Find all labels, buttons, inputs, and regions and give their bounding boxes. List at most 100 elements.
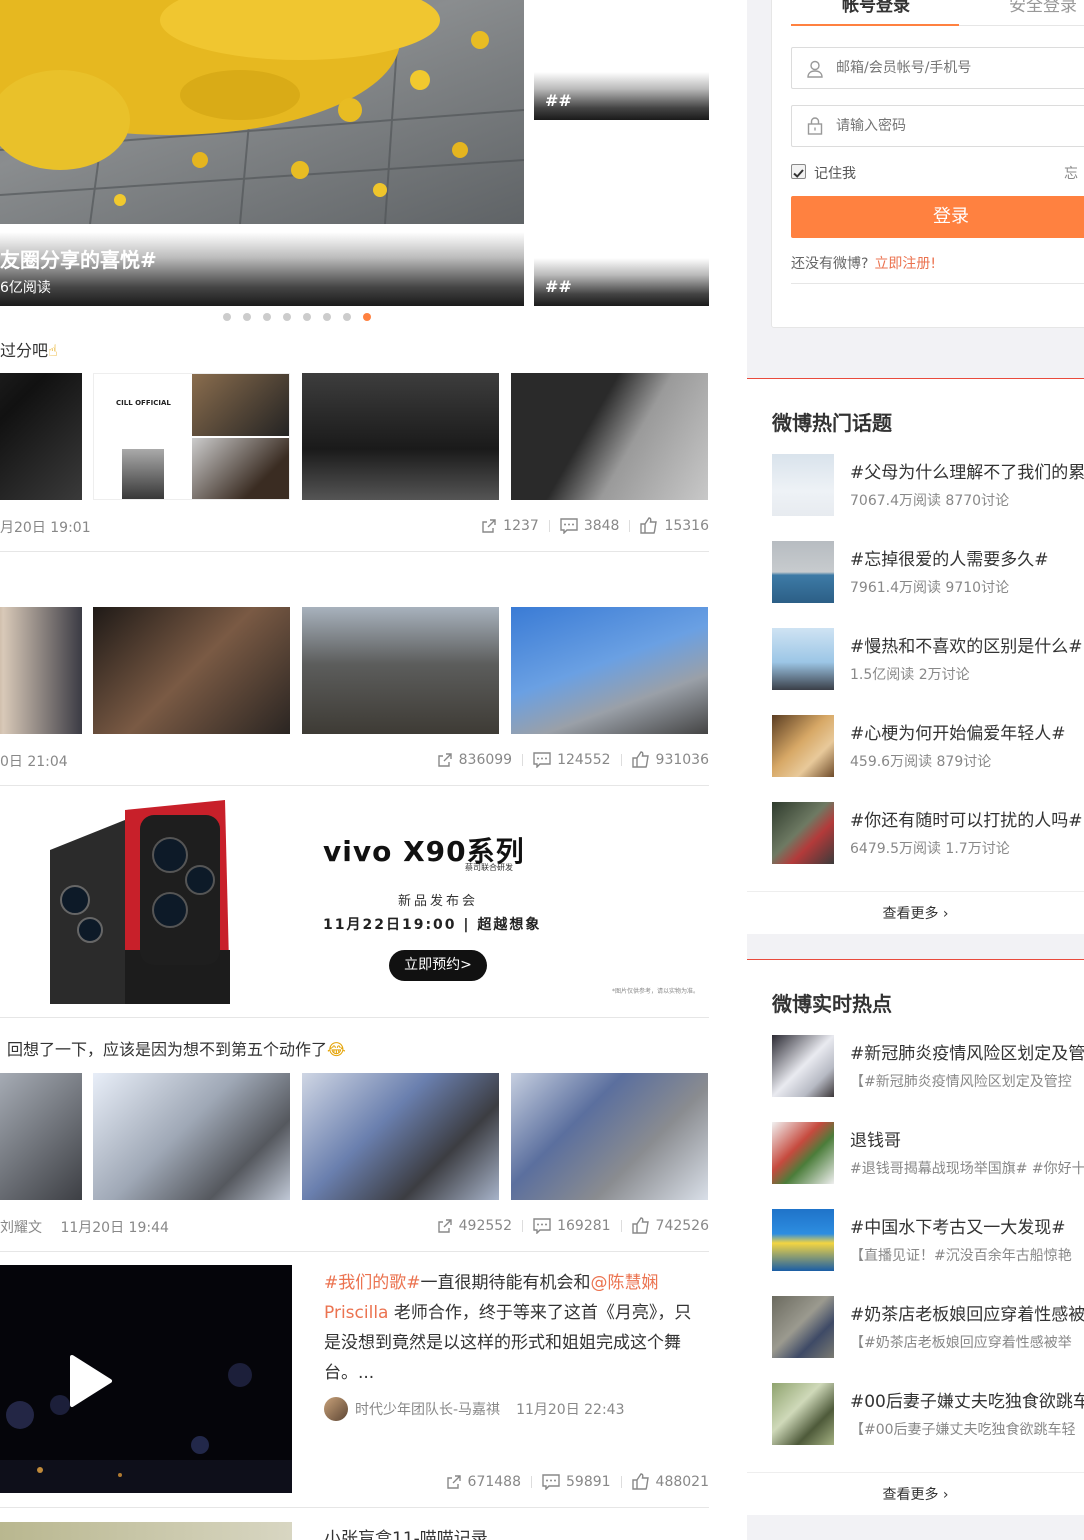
like-count[interactable]: 931036	[656, 752, 709, 768]
post-1-image-2[interactable]: CILL OFFICIAL	[93, 373, 290, 500]
password-field[interactable]	[791, 105, 1084, 147]
carousel-dot[interactable]	[323, 313, 331, 321]
topic-item[interactable]: #你还有随时可以打扰的人吗# 6479.5万阅读 1.7万讨论	[772, 802, 1084, 866]
like-count[interactable]: 742526	[656, 1218, 709, 1234]
login-button[interactable]: 登录	[791, 196, 1084, 238]
like-icon[interactable]	[631, 1473, 650, 1490]
comment-count[interactable]: 59891	[566, 1474, 611, 1490]
video-post-text[interactable]: #我们的歌#一直很期待能有机会和@陈慧娴 Priscilla 老师合作，终于等来…	[324, 1268, 714, 1388]
post-2-image-4[interactable]	[511, 607, 708, 734]
repost-icon[interactable]	[481, 518, 497, 534]
remember-checkbox[interactable]	[791, 164, 806, 179]
banner-main-image[interactable]	[0, 0, 524, 224]
hot-item[interactable]: 退钱哥 #退钱哥揭幕战现场举国旗# #你好十	[772, 1122, 1084, 1186]
like-count[interactable]: 15316	[664, 518, 709, 534]
topic-title[interactable]: #你还有随时可以打扰的人吗#	[850, 806, 1083, 831]
tab-secure-login[interactable]: 安全登录	[1009, 0, 1077, 16]
register-line: 还没有微博? 立即注册!	[791, 253, 936, 273]
hot-title[interactable]: #新冠肺炎疫情风险区划定及管	[850, 1039, 1084, 1064]
post-1-image-3[interactable]	[302, 373, 499, 500]
topic-item[interactable]: #父母为什么理解不了我们的累 7067.4万阅读 8770讨论	[772, 454, 1084, 518]
mention-link[interactable]: Priscilla	[324, 1303, 388, 1323]
play-icon[interactable]	[66, 1353, 114, 1409]
carousel-dot[interactable]	[223, 313, 231, 321]
topic-title[interactable]: #心梗为何开始偏爱年轻人#	[850, 719, 1066, 744]
topic-title[interactable]: #父母为什么理解不了我们的累	[850, 458, 1084, 483]
repost-icon[interactable]	[437, 1218, 453, 1234]
like-icon[interactable]	[631, 1217, 650, 1234]
comment-icon[interactable]	[560, 517, 578, 534]
topic-item[interactable]: #忘掉很爱的人需要多久# 7961.4万阅读 9710讨论	[772, 541, 1084, 605]
hot-item[interactable]: #新冠肺炎疫情风险区划定及管 【#新冠肺炎疫情风险区划定及管控	[772, 1035, 1084, 1099]
comment-icon[interactable]	[542, 1473, 560, 1490]
topic-item[interactable]: #心梗为何开始偏爱年轻人# 459.6万阅读 879讨论	[772, 715, 1084, 779]
topic-title[interactable]: #忘掉很爱的人需要多久#	[850, 545, 1049, 570]
repost-count[interactable]: 492552	[459, 1218, 512, 1234]
post-3-image-4[interactable]	[511, 1073, 708, 1200]
repost-count[interactable]: 836099	[459, 752, 512, 768]
hot-title[interactable]: #奶茶店老板娘回应穿着性感被	[850, 1300, 1084, 1325]
post-2-image-2[interactable]	[93, 607, 290, 734]
post-1-image-4[interactable]	[511, 373, 708, 500]
realtime-more-link[interactable]: 查看更多 ›	[747, 1472, 1084, 1516]
comment-icon[interactable]	[533, 751, 551, 768]
video-thumbnail[interactable]	[0, 1265, 292, 1493]
hot-item[interactable]: #奶茶店老板娘回应穿着性感被 【#奶茶店老板娘回应穿着性感被举	[772, 1296, 1084, 1360]
carousel-dot[interactable]	[303, 313, 311, 321]
comment-count[interactable]: 169281	[557, 1218, 610, 1234]
like-count[interactable]: 488021	[656, 1474, 709, 1490]
topic-title[interactable]: #慢热和不喜欢的区别是什么#	[850, 632, 1083, 657]
hot-item[interactable]: #中国水下考古又一大发现# 【直播见证！#沉没百余年古船惊艳	[772, 1209, 1084, 1273]
like-icon[interactable]	[631, 751, 650, 768]
post-time[interactable]: 11月20日 22:43	[516, 1399, 624, 1419]
carousel-dot-active[interactable]	[363, 313, 371, 321]
hot-topics-more-link[interactable]: 查看更多 ›	[747, 891, 1084, 935]
next-post-title[interactable]: 小张盲盒11-喵喵记录	[324, 1524, 488, 1540]
post-3-image-2[interactable]	[93, 1073, 290, 1200]
repost-icon[interactable]	[437, 752, 453, 768]
forgot-link[interactable]: 忘	[1064, 163, 1078, 183]
post-2-image-1[interactable]	[0, 607, 82, 734]
password-input[interactable]	[836, 115, 1084, 137]
tab-account-login[interactable]: 帐号登录	[842, 0, 910, 16]
repost-count[interactable]: 1237	[503, 518, 539, 534]
hot-title[interactable]: #00后妻子嫌丈夫吃独食欲跳车	[850, 1387, 1084, 1412]
post-1-time[interactable]: 月20日 19:01	[0, 517, 91, 537]
like-icon[interactable]	[640, 517, 658, 534]
carousel-dot[interactable]	[263, 313, 271, 321]
post-1-text[interactable]: 过分吧☝	[0, 337, 58, 361]
post-1-image-1[interactable]	[0, 373, 82, 500]
post-3-image-3[interactable]	[302, 1073, 499, 1200]
mention-link[interactable]: @陈慧娴	[591, 1273, 659, 1293]
topic-item[interactable]: #慢热和不喜欢的区别是什么# 1.5亿阅读 2万讨论	[772, 628, 1084, 692]
post-author[interactable]: 刘耀文	[0, 1220, 42, 1236]
post-2-image-3[interactable]	[302, 607, 499, 734]
avatar[interactable]	[324, 1397, 348, 1421]
hot-item[interactable]: #00后妻子嫌丈夫吃独食欲跳车 【#00后妻子嫌丈夫吃独食欲跳车轻	[772, 1383, 1084, 1447]
banner-title[interactable]: 友圈分享的喜悦#	[0, 244, 157, 273]
comment-count[interactable]: 124552	[557, 752, 610, 768]
hot-title[interactable]: 退钱哥	[850, 1126, 901, 1151]
ad-banner[interactable]: vivo X90系列 蔡司联合研发 新品发布会 11月22日19:00 | 超越…	[0, 790, 709, 1012]
comment-icon[interactable]	[533, 1217, 551, 1234]
topic-link[interactable]: #我们的歌#	[324, 1273, 421, 1293]
carousel-dot[interactable]	[283, 313, 291, 321]
username-field[interactable]	[791, 47, 1084, 89]
ad-cta-button[interactable]: 立即预约>	[389, 950, 487, 981]
realtime-panel: 微博实时热点 #新冠肺炎疫情风险区划定及管 【#新冠肺炎疫情风险区划定及管控 退…	[747, 959, 1084, 1515]
repost-count[interactable]: 671488	[468, 1474, 521, 1490]
carousel-dot[interactable]	[243, 313, 251, 321]
post-2-time[interactable]: 0日 21:04	[0, 751, 68, 771]
post-author[interactable]: 时代少年团队长-马嘉祺	[355, 1399, 500, 1419]
repost-icon[interactable]	[446, 1474, 462, 1490]
comment-count[interactable]: 3848	[584, 518, 620, 534]
carousel-dot[interactable]	[343, 313, 351, 321]
remember-label[interactable]: 记住我	[814, 163, 856, 183]
post-3-image-1[interactable]	[0, 1073, 82, 1200]
post-time[interactable]: 11月20日 19:44	[60, 1220, 168, 1236]
next-post-thumb[interactable]	[0, 1522, 292, 1540]
register-link[interactable]: 立即注册!	[874, 256, 936, 272]
post-3-text[interactable]: 回想了一下，应该是因为想不到第五个动作了😂	[7, 1036, 346, 1060]
username-input[interactable]	[836, 57, 1084, 79]
hot-title[interactable]: #中国水下考古又一大发现#	[850, 1213, 1066, 1238]
